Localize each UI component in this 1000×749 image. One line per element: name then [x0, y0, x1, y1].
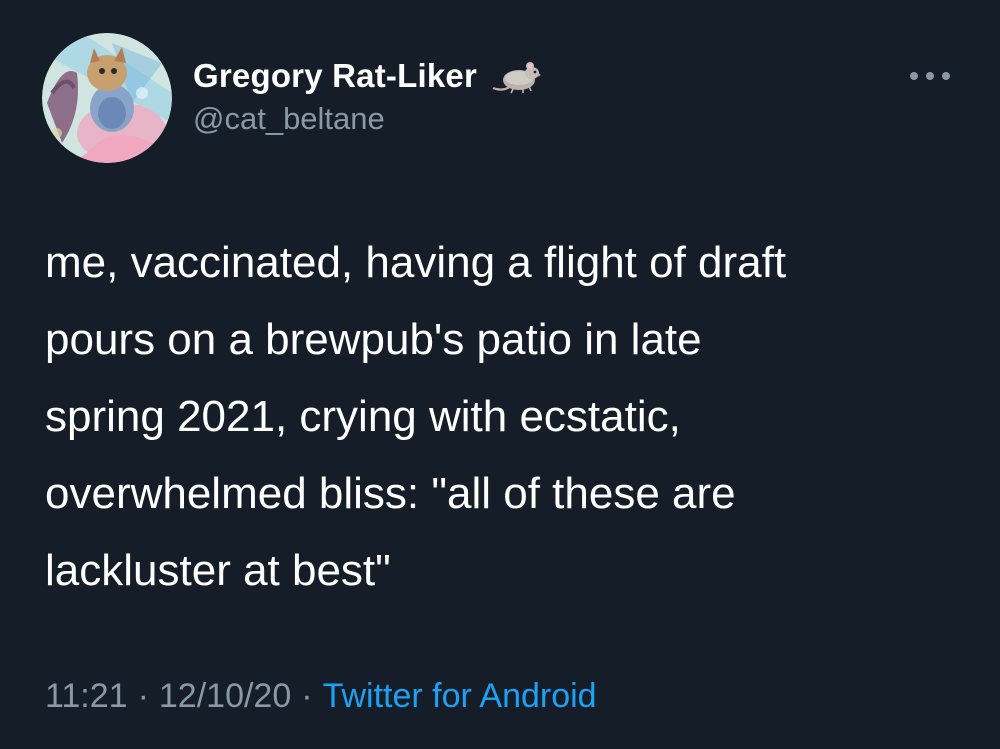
rat-emoji-icon	[492, 62, 541, 94]
more-horizontal-icon	[910, 72, 950, 80]
author-handle[interactable]: @cat_beltane	[193, 101, 385, 137]
tweet-text: me, vaccinated, having a flight of draft…	[45, 238, 787, 595]
meta-separator: ·	[137, 676, 149, 715]
meta-separator: ·	[301, 676, 313, 715]
author-display-name[interactable]: Gregory Rat-Liker	[193, 57, 477, 95]
avatar-image	[42, 33, 172, 163]
author-name-row: Gregory Rat-Liker	[193, 55, 541, 97]
tweet-meta: 11:21 · 12/10/20 · Twitter for Android	[45, 674, 597, 718]
tweet-source-link[interactable]: Twitter for Android	[323, 677, 597, 716]
tweet-time[interactable]: 11:21	[45, 677, 128, 716]
tweet-card: Gregory Rat-Liker @cat_beltane me, vacci…	[0, 0, 1000, 749]
tweet-date[interactable]: 12/10/20	[159, 677, 291, 716]
more-options-button[interactable]	[905, 64, 955, 88]
avatar[interactable]	[42, 33, 172, 163]
